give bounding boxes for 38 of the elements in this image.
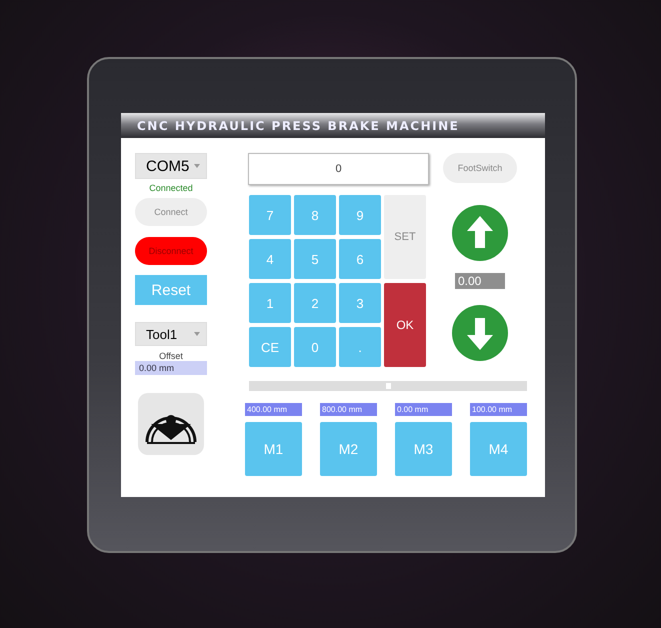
- footswitch-button[interactable]: FootSwitch: [443, 153, 517, 183]
- memory-value: 400.00 mm: [245, 403, 302, 416]
- reset-button[interactable]: Reset: [135, 275, 207, 305]
- port-select[interactable]: COM5: [135, 153, 207, 179]
- connection-status: Connected: [149, 183, 193, 193]
- keypad-key[interactable]: 8: [294, 195, 336, 235]
- memory-button[interactable]: M4: [470, 422, 527, 476]
- ok-button[interactable]: OK: [384, 283, 426, 367]
- position-reading: 0.00: [455, 273, 505, 289]
- caret-icon: [194, 164, 200, 168]
- keypad-key[interactable]: 1: [249, 283, 291, 323]
- memory-button[interactable]: M3: [395, 422, 452, 476]
- keypad-key[interactable]: 5: [294, 239, 336, 279]
- keypad-key[interactable]: CE: [249, 327, 291, 367]
- offset-value: 0.00 mm: [135, 361, 207, 375]
- keypad-key[interactable]: 4: [249, 239, 291, 279]
- keypad-key[interactable]: 7: [249, 195, 291, 235]
- memory-button[interactable]: M1: [245, 422, 302, 476]
- slider-thumb[interactable]: [386, 383, 391, 389]
- memory-value: 100.00 mm: [470, 403, 527, 416]
- keypad-key[interactable]: 0: [294, 327, 336, 367]
- keypad-key[interactable]: 2: [294, 283, 336, 323]
- app-title: CNC HYDRAULIC PRESS BRAKE MACHINE: [137, 118, 460, 132]
- set-button[interactable]: SET: [384, 195, 426, 279]
- value-display[interactable]: 0: [248, 153, 429, 185]
- keypad-key[interactable]: 3: [339, 283, 381, 323]
- keypad-key[interactable]: .: [339, 327, 381, 367]
- memory-value: 800.00 mm: [320, 403, 377, 416]
- tool-select[interactable]: Tool1: [135, 322, 207, 346]
- offset-label: Offset: [159, 351, 183, 361]
- slider-track[interactable]: [249, 381, 527, 391]
- keypad-key[interactable]: 9: [339, 195, 381, 235]
- caret-icon: [194, 332, 200, 336]
- keypad-key[interactable]: 6: [339, 239, 381, 279]
- connect-button[interactable]: Connect: [135, 198, 207, 226]
- memory-button[interactable]: M2: [320, 422, 377, 476]
- disconnect-button[interactable]: Disconnect: [135, 237, 207, 265]
- memory-value: 0.00 mm: [395, 403, 452, 416]
